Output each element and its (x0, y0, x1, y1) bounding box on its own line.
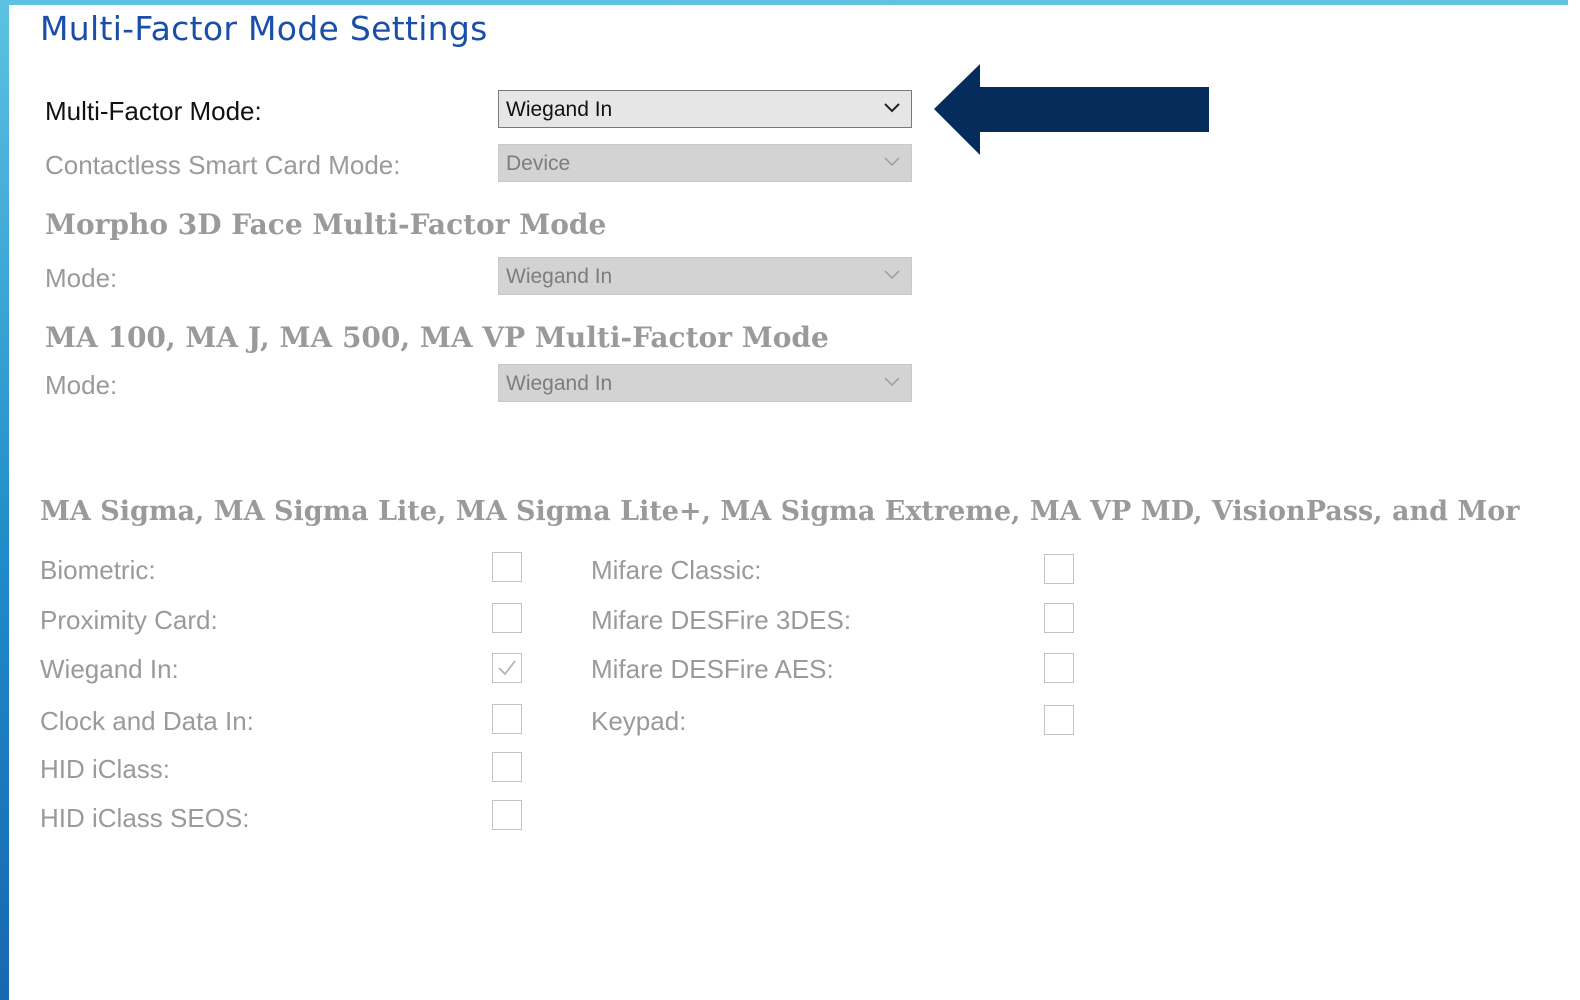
proximity-card-label: Proximity Card: (40, 605, 218, 635)
ma-series-mode-select[interactable]: Wiegand In (498, 364, 912, 402)
chevron-down-icon (884, 377, 900, 387)
hid-iclass-seos-label: HID iClass SEOS: (40, 803, 250, 833)
checkmark-icon (498, 660, 516, 676)
morpho-3d-mode-label: Mode: (45, 263, 118, 293)
hid-iclass-label: HID iClass: (40, 754, 171, 784)
multi-factor-mode-label: Multi-Factor Mode: (45, 96, 262, 126)
morpho-3d-heading: Morpho 3D Face Multi-Factor Mode (45, 208, 607, 241)
wiegand-in-checkbox[interactable] (492, 653, 522, 683)
arrow-left-icon (934, 64, 1209, 155)
biometric-label: Biometric: (40, 555, 156, 585)
biometric-checkbox[interactable] (492, 552, 522, 582)
ma-series-mode-label: Mode: (45, 370, 118, 400)
top-accent-bar (0, 0, 1580, 5)
mifare-classic-checkbox[interactable] (1044, 554, 1074, 584)
keypad-checkbox[interactable] (1044, 705, 1074, 735)
mifare-desfire-aes-label: Mifare DESFire AES: (591, 654, 834, 684)
left-accent-bar (0, 0, 9, 1000)
morpho-3d-mode-value: Wiegand In (506, 265, 613, 288)
proximity-card-checkbox[interactable] (492, 603, 522, 633)
mifare-desfire-3des-checkbox[interactable] (1044, 603, 1074, 633)
morpho-3d-mode-select[interactable]: Wiegand In (498, 257, 912, 295)
mifare-desfire-3des-label: Mifare DESFire 3DES: (591, 605, 852, 635)
page-title: Multi-Factor Mode Settings (40, 9, 488, 48)
mifare-desfire-aes-checkbox[interactable] (1044, 653, 1074, 683)
multi-factor-mode-value: Wiegand In (506, 98, 613, 121)
clock-data-in-label: Clock and Data In: (40, 706, 254, 736)
right-edge (1568, 0, 1580, 1000)
keypad-label: Keypad: (591, 706, 687, 736)
wiegand-in-label: Wiegand In: (40, 654, 179, 684)
hid-iclass-seos-checkbox[interactable] (492, 800, 522, 830)
contactless-mode-select[interactable]: Device (498, 144, 912, 182)
chevron-down-icon (884, 270, 900, 280)
contactless-mode-label: Contactless Smart Card Mode: (45, 150, 401, 180)
contactless-mode-value: Device (506, 152, 571, 175)
hid-iclass-checkbox[interactable] (492, 752, 522, 782)
chevron-down-icon (884, 103, 900, 113)
ma-series-heading: MA 100, MA J, MA 500, MA VP Multi-Factor… (45, 321, 829, 354)
sigma-heading: MA Sigma, MA Sigma Lite, MA Sigma Lite+,… (40, 496, 1520, 527)
ma-series-mode-value: Wiegand In (506, 372, 613, 395)
chevron-down-icon (884, 157, 900, 167)
clock-data-in-checkbox[interactable] (492, 704, 522, 734)
mifare-classic-label: Mifare Classic: (591, 555, 762, 585)
multi-factor-mode-select[interactable]: Wiegand In (498, 90, 912, 128)
